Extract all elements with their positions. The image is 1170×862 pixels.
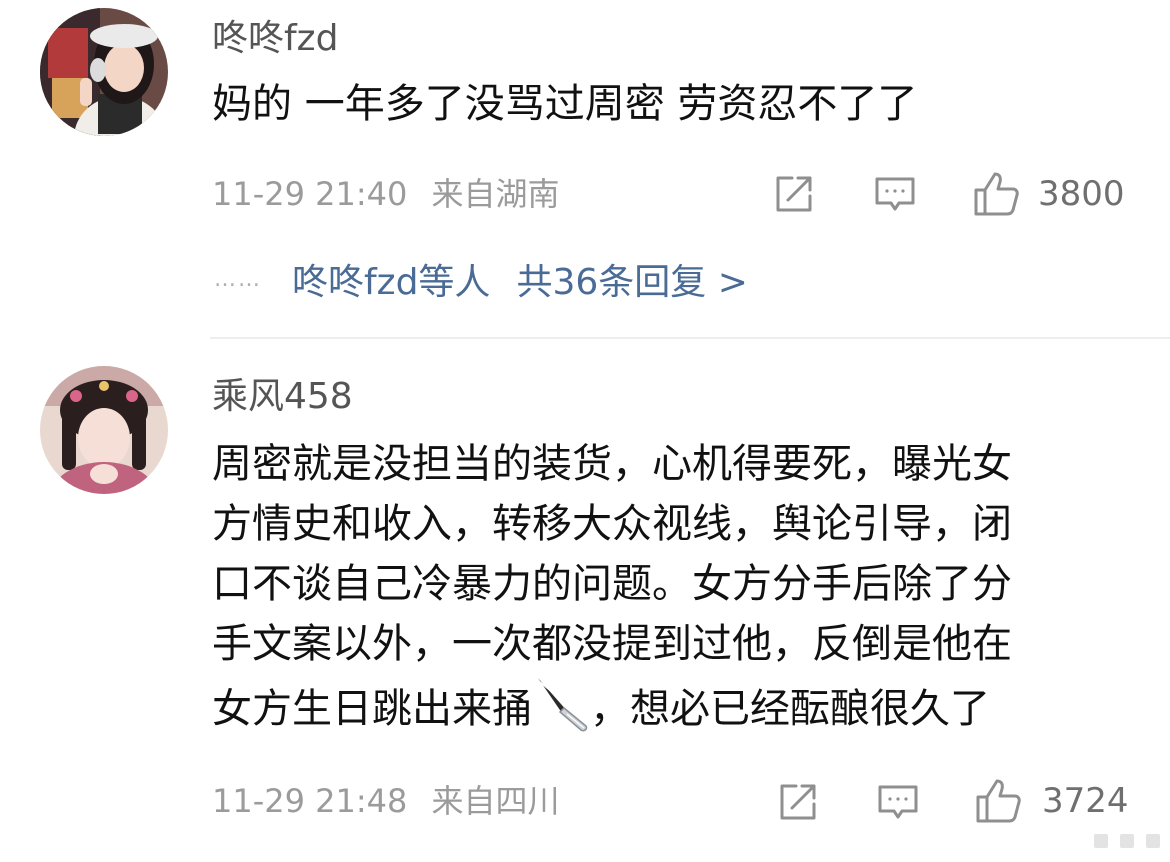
username[interactable]: 咚咚fzd	[212, 19, 338, 59]
watermark	[1094, 824, 1160, 858]
like-count: 3800	[1038, 174, 1125, 214]
like-icon[interactable]	[972, 170, 1020, 218]
comment-text: 周密就是没担当的装货，心机得要死，曝光女 方情史和收入，转移大众视线，舆论引导，…	[212, 434, 1012, 739]
comment-line-part: ，想必已经酝酿很久了	[590, 686, 990, 732]
share-icon[interactable]	[772, 172, 816, 216]
comment-line: 口不谈自己冷暴力的问题。女方分手后除了分	[212, 561, 1012, 607]
location: 来自四川	[431, 782, 560, 820]
comment-meta: 11-29 21:48 来自四川	[212, 781, 560, 821]
comment-line: 手文案以外，一次都没提到过他，反倒是他在	[212, 621, 1012, 667]
reply-count: 共36条回复 >	[516, 262, 748, 303]
reply-users: 咚咚fzd等人	[292, 262, 491, 303]
comment-meta: 11-29 21:40 来自湖南	[212, 174, 560, 214]
share-icon[interactable]	[776, 780, 820, 824]
divider	[210, 337, 1170, 339]
timestamp: 11-29 21:48	[212, 782, 408, 820]
comment-line-part: 女方生日跳出来捅	[212, 686, 532, 732]
watermark-block	[1146, 834, 1160, 848]
comment-icon[interactable]	[873, 172, 917, 216]
comment-line: 妈的 一年多了没骂过周密 劳资忍不了了	[212, 81, 918, 127]
comment-icon[interactable]	[876, 780, 920, 824]
watermark-block	[1094, 834, 1108, 848]
avatar[interactable]	[40, 8, 168, 136]
view-replies-link[interactable]: …… 咚咚fzd等人 共36条回复 >	[214, 254, 748, 304]
comment-text: 妈的 一年多了没骂过周密 劳资忍不了了	[212, 74, 917, 134]
timestamp: 11-29 21:40	[212, 175, 408, 213]
username[interactable]: 乘风458	[212, 377, 353, 417]
location: 来自湖南	[431, 175, 560, 213]
like-count: 3724	[1042, 781, 1129, 821]
watermark-block	[1120, 834, 1134, 848]
knife-icon	[532, 674, 590, 732]
comment-line: 方情史和收入，转移大众视线，舆论引导，闭	[212, 501, 1012, 547]
comment-line: 周密就是没担当的装货，心机得要死，曝光女	[212, 441, 1012, 487]
like-icon[interactable]	[974, 777, 1022, 825]
avatar[interactable]	[40, 366, 168, 494]
ellipsis-icon: ……	[214, 266, 262, 292]
comment-line-last: 女方生日跳出来捅 ，想必已经酝酿很久了	[212, 674, 1012, 739]
